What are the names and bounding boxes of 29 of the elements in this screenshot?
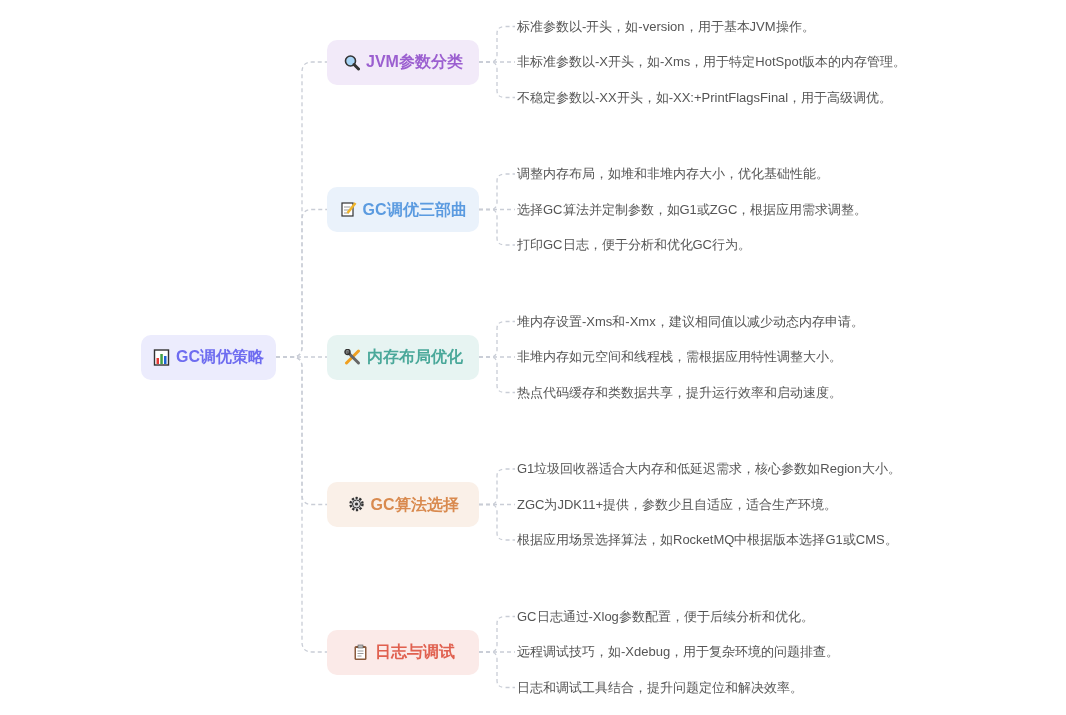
leaf-topic-text[interactable]: 热点代码缓存和类数据共享，提升运行效率和启动速度。 — [517, 383, 842, 402]
leaf-topic-text[interactable]: 远程调试技巧，如-Xdebug，用于复杂环境的问题排查。 — [517, 643, 840, 661]
branch-topic-label: 内存布局优化 — [366, 347, 463, 367]
leaf-topic-text[interactable]: 日志和调试工具结合，提升问题定位和解决效率。 — [517, 678, 803, 697]
root-topic-node[interactable]: GC调优策略 — [141, 334, 276, 380]
leaf-topic-text[interactable]: 非标准参数以-X开头，如-Xms，用于特定HotSpot版本的内存管理。 — [517, 53, 907, 71]
root-topic-label: GC调优策略 — [176, 347, 264, 367]
leaf-topic-text[interactable]: 堆内存设置-Xms和-Xmx，建议相同值以减少动态内存申请。 — [517, 312, 864, 331]
leaf-topic-text[interactable]: G1垃圾回收器适合大内存和低延迟需求，核心参数如Region大小。 — [517, 460, 901, 478]
leaf-topic-text[interactable]: 标准参数以-开头，如-version，用于基本JVM操作。 — [517, 17, 815, 36]
leaf-topic-text[interactable]: 不稳定参数以-XX开头，如-XX:+PrintFlagsFinal，用于高级调优。 — [517, 88, 893, 107]
bar-chart-icon — [153, 348, 170, 366]
memo-pencil-icon — [339, 201, 357, 218]
leaf-topic-text[interactable]: ZGC为JDK11+提供，参数少且自适应，适合生产环境。 — [517, 495, 838, 514]
leaf-topic-text[interactable]: 选择GC算法并定制参数，如G1或ZGC，根据应用需求调整。 — [517, 200, 868, 219]
branch-topic-label: JVM参数分类 — [366, 52, 463, 72]
clipboard-icon — [351, 643, 369, 661]
leaf-topic-text[interactable]: 根据应用场景选择算法，如RocketMQ中根据版本选择G1或CMS。 — [517, 531, 898, 549]
leaf-topic-text[interactable]: GC日志通过-Xlog参数配置，便于后续分析和优化。 — [517, 607, 814, 626]
tools-icon — [343, 348, 361, 366]
leaf-topic-text[interactable]: 调整内存布局，如堆和非堆内存大小，优化基础性能。 — [517, 165, 829, 183]
branch-topic-label: 日志与调试 — [374, 642, 455, 662]
leaf-topic-text[interactable]: 非堆内存如元空间和线程栈，需根据应用特性调整大小。 — [517, 348, 842, 366]
branch-topic-label: GC算法选择 — [370, 494, 459, 515]
magnifier-icon — [343, 53, 361, 71]
leaf-topic-text[interactable]: 打印GC日志，便于分析和优化GC行为。 — [517, 236, 751, 254]
gear-icon — [347, 496, 365, 513]
branch-topic-label: GC调优三部曲 — [362, 199, 467, 220]
branch-topic-node[interactable]: JVM参数分类 — [327, 39, 479, 85]
